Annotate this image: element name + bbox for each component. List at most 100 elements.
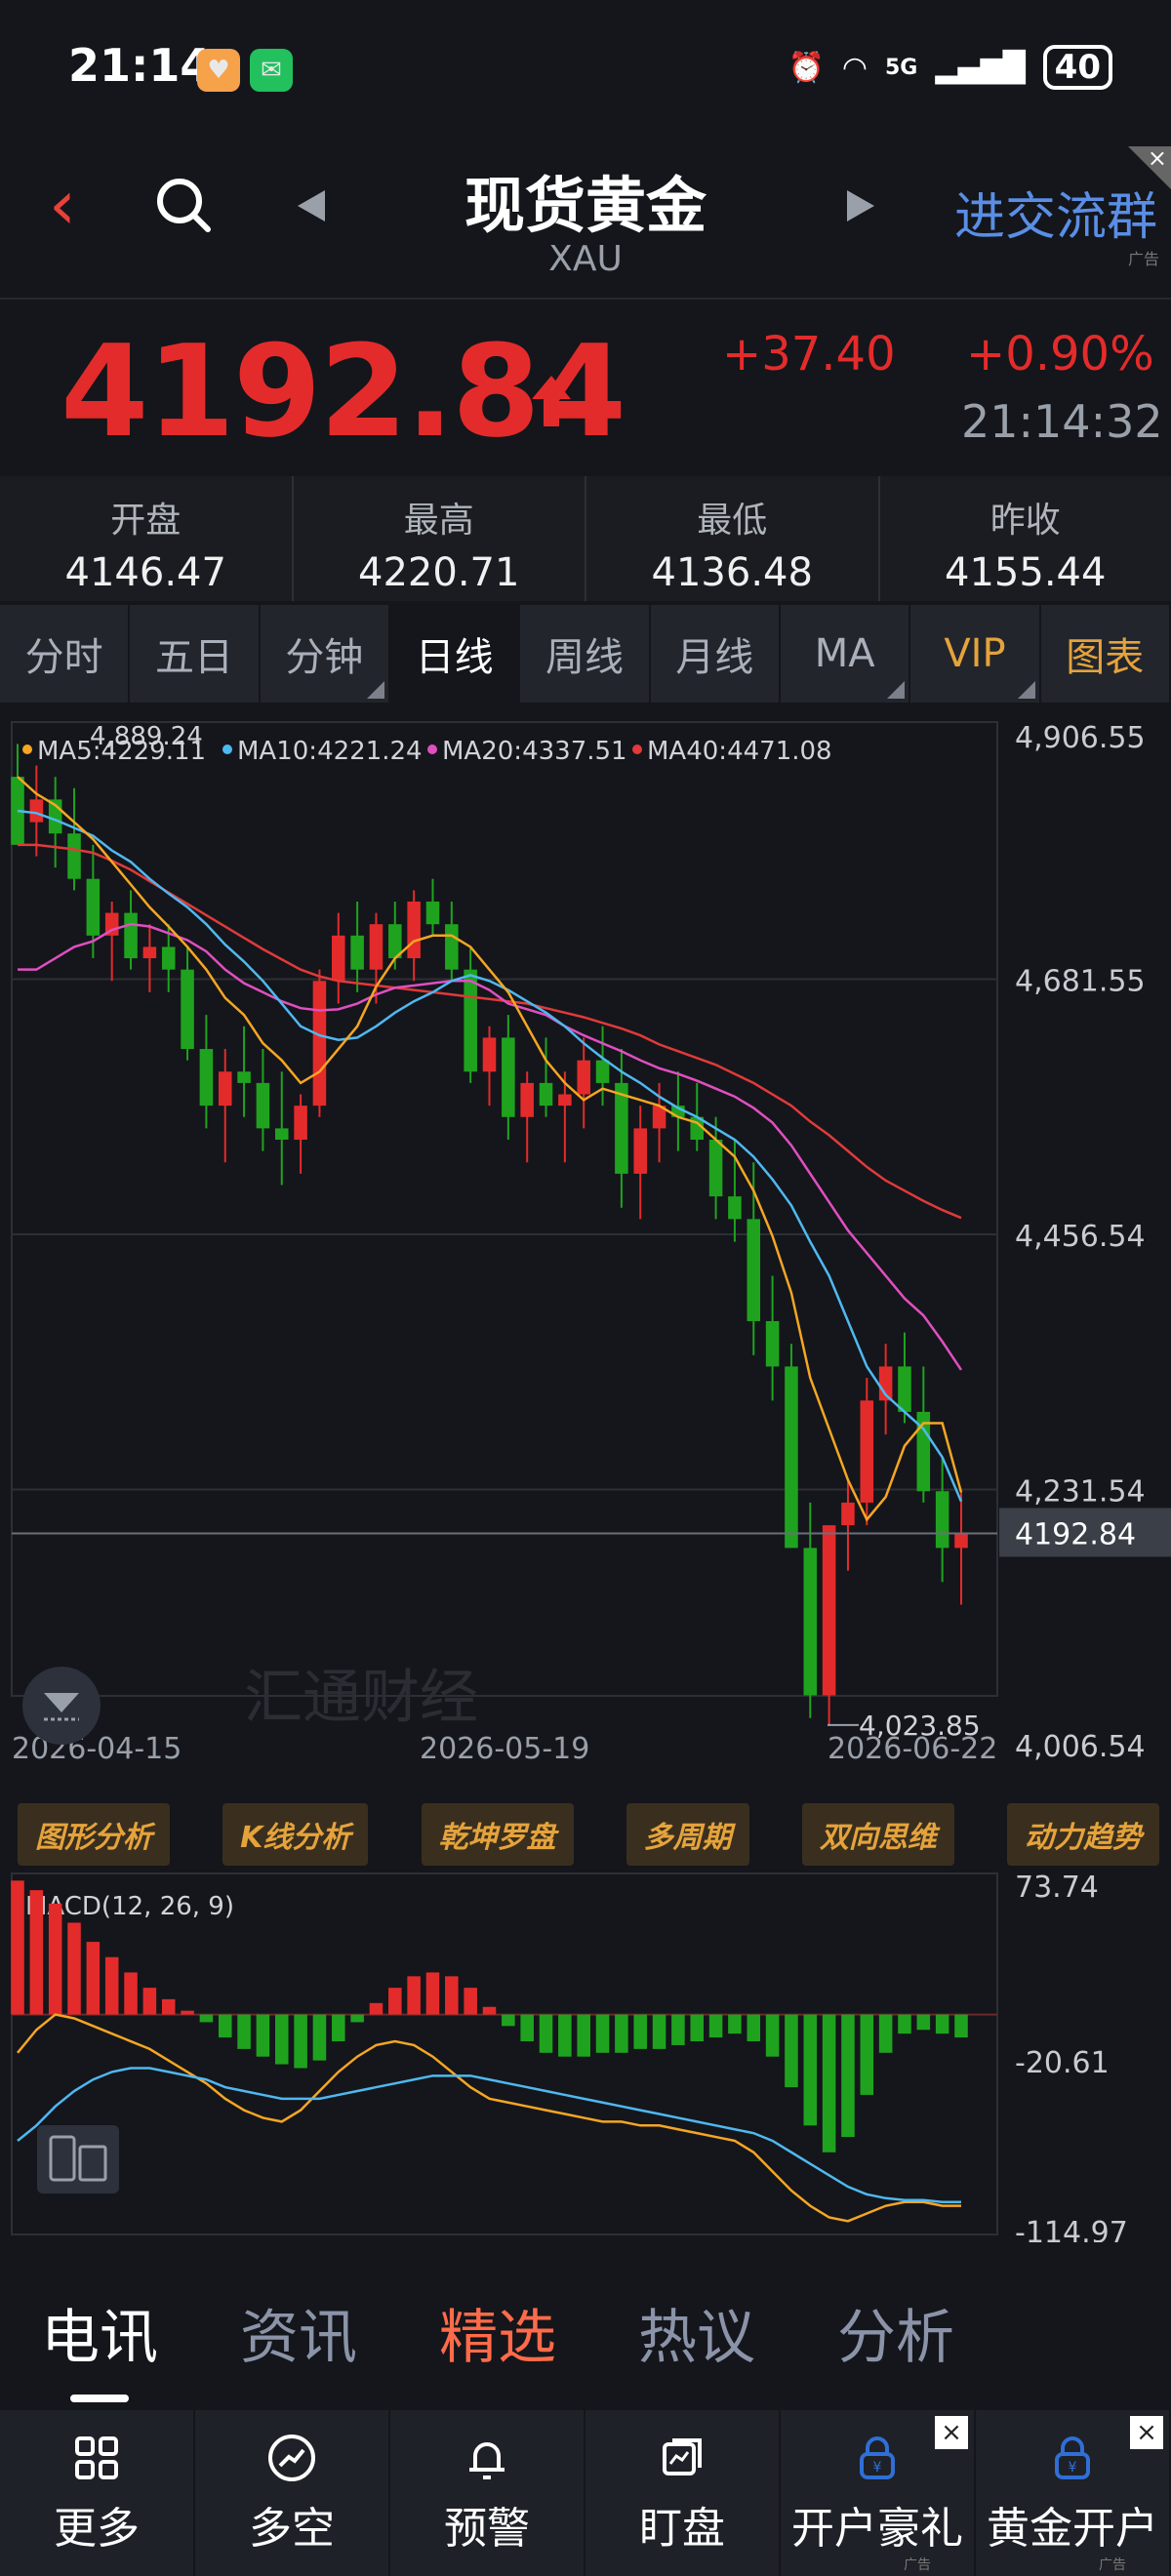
macd-dea-line [17,2067,961,2203]
macd-bar [954,2014,968,2038]
candle [765,1320,780,1367]
legend-dot [632,745,642,754]
search-icon[interactable] [154,176,213,234]
back-button[interactable]: ‹ [49,171,76,239]
macd-bar [332,2014,345,2042]
y-tick-label: 4,906.55 [1015,721,1146,755]
current-price-tag-label: 4192.84 [1015,1517,1136,1551]
close-icon[interactable]: × [935,2416,968,2449]
quote-stats: 开盘 4146.47 最高 4220.71 最低 4136.48 昨收 4155.44 [0,476,1171,601]
macd-bar [765,2014,780,2057]
open-account-gift-button[interactable]: ¥ 开户豪礼 × 广告 [781,2410,976,2576]
legend-dot [427,745,437,754]
price-change-percent: +0.90% [966,327,1154,382]
legend-entry: MA10:4221.24 [237,737,423,766]
macd-bar [916,2014,931,2031]
macd-bar [67,1922,81,2015]
macd-bar [785,2014,798,2088]
tab-ma[interactable]: MA [781,605,911,703]
svg-text:¥: ¥ [873,2460,882,2475]
macd-bar [199,2014,214,2023]
two-way-thinking-button[interactable]: 双向思维 [801,1803,954,1866]
tab-vip[interactable]: VIP [910,605,1041,703]
candle [841,1502,855,1526]
candle [237,1071,251,1083]
candle [502,1037,515,1117]
tab-minute[interactable]: 分钟 [261,605,390,703]
tab-intraday[interactable]: 分时 [0,605,131,703]
news-tab-discussion[interactable]: 热议 [638,2290,755,2375]
ma20-line [18,922,963,1371]
news-tab-flash[interactable]: 电讯 [41,2290,158,2402]
tab-five-day[interactable]: 五日 [130,605,261,703]
kline-analysis-button[interactable]: K线分析 [222,1803,369,1866]
candlestick-chart[interactable]: 4,906.55 4,681.55 4,456.54 4,231.54 4,006.54… [0,712,1171,1776]
macd-y-tick-label: -114.97 [1015,2216,1128,2242]
prev-instrument-button[interactable] [298,190,325,221]
tab-monthly[interactable]: 月线 [651,605,781,703]
alarm-icon: ⏰ [787,50,825,85]
macd-bar [237,2014,251,2049]
macd-bar [803,2014,818,2126]
tab-chart[interactable]: 图表 [1041,605,1171,703]
candle [369,924,384,970]
candle [29,799,44,823]
candle [67,833,81,879]
candle [954,1533,968,1549]
long-short-button[interactable]: 多空 [195,2410,390,2576]
bell-icon [469,2442,505,2479]
x-axis-label: 2026-06-22 [828,1732,997,1766]
tab-weekly[interactable]: 周线 [520,605,651,703]
candle [312,981,327,1107]
candle [218,1071,232,1107]
macd-bar [577,2014,590,2057]
pattern-analysis-button[interactable]: 图形分析 [18,1803,170,1866]
lock-icon: ¥ [1055,2436,1090,2479]
close-icon[interactable]: × [1130,2416,1163,2449]
join-group-ad-link[interactable]: 进交流群 [954,176,1157,249]
macd-bar [520,2014,534,2042]
candle [142,946,157,959]
compass-button[interactable]: 乾坤罗盘 [421,1803,574,1866]
stat-open: 开盘 4146.47 [0,476,294,601]
macd-bar [48,1903,62,2015]
news-tab-info[interactable]: 资讯 [240,2290,357,2375]
signal-icon: ▂▄▆█ [935,50,1026,85]
gold-account-button[interactable]: ¥ 黄金开户 × 广告 [976,2410,1171,2576]
candle [181,969,194,1050]
tab-daily[interactable]: 日线 [389,605,521,703]
close-icon[interactable]: × [1148,144,1167,172]
chart-frame [11,721,998,1697]
macd-y-tick-label: 73.74 [1015,1872,1099,1905]
macd-bar [294,2014,307,2069]
watch-button[interactable]: 盯盘 [586,2410,781,2576]
wechat-icon: ✉ [250,49,293,92]
macd-chart[interactable]: 73.74-20.61-114.97MACD(12, 26, 9) [0,1872,1171,2242]
momentum-trend-button[interactable]: 动力趋势 [1006,1803,1159,1866]
next-instrument-button[interactable] [847,190,874,221]
macd-bar [11,1880,24,2015]
rotate-screen-button[interactable] [37,2125,119,2194]
macd-bar [445,1976,459,2015]
more-button[interactable]: 更多 [0,2410,195,2576]
status-icons: ⏰ ◠ 5G ▂▄▆█ 40 [787,45,1112,90]
price-change: +37.40 [722,327,896,382]
y-tick-label: 4,456.54 [1015,1220,1146,1254]
watch-icon [663,2438,702,2475]
candle [274,1128,289,1141]
collapse-button[interactable] [22,1667,101,1745]
news-tab-analysis[interactable]: 分析 [837,2290,954,2375]
macd-bar [218,2014,232,2038]
candle [407,901,421,959]
macd-bar [615,2014,628,2053]
candle [445,924,459,970]
macd-bar [878,2014,893,2053]
macd-dif-line [17,2013,961,2223]
legend-entry: MA20:4337.51 [442,737,627,766]
news-tab-featured[interactable]: 精选 [439,2290,556,2375]
candle [332,935,345,982]
alert-button[interactable]: 预警 [390,2410,586,2576]
candle [425,901,440,925]
candle [935,1491,949,1549]
multi-period-button[interactable]: 多周期 [626,1803,749,1866]
